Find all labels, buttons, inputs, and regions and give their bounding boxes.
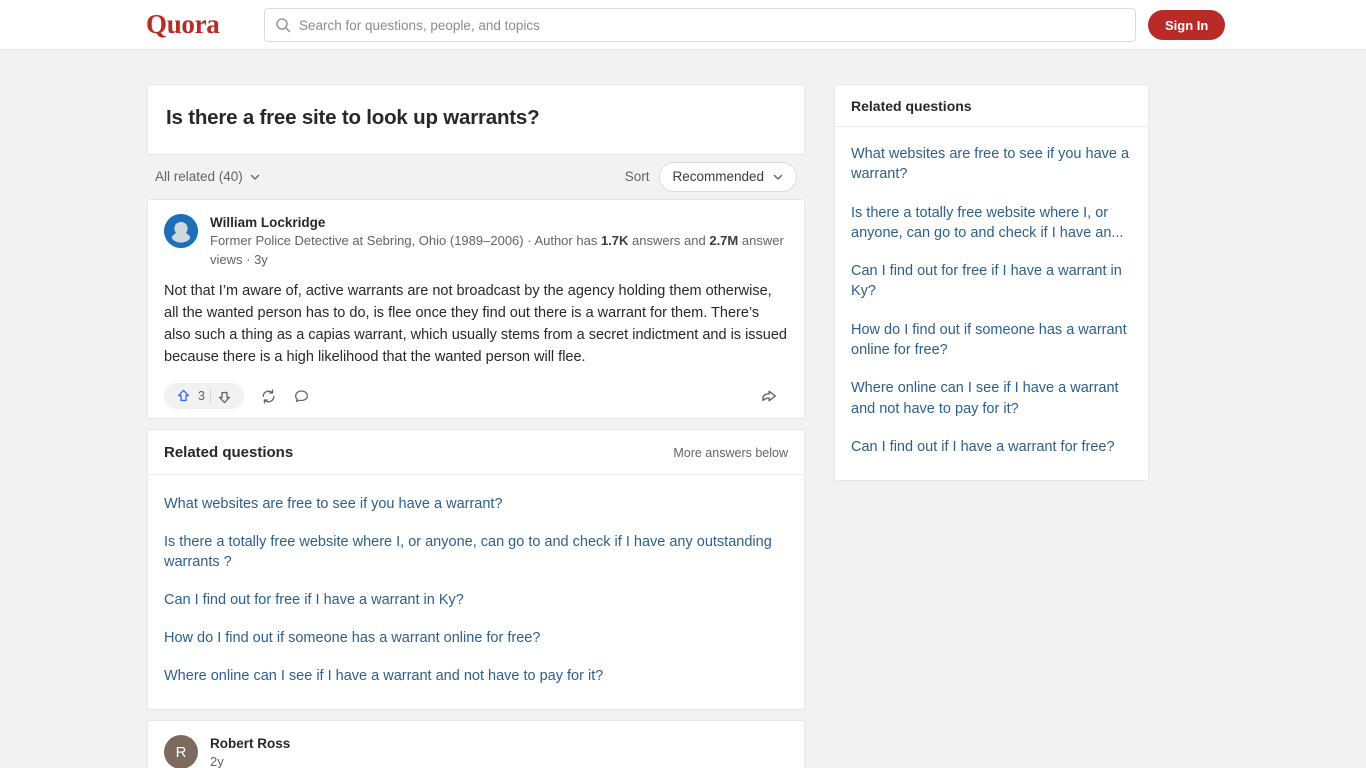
more-answers-below-label: More answers below xyxy=(673,445,788,460)
answer-age: 3y xyxy=(254,252,268,268)
all-related-label: All related (40) xyxy=(155,169,243,185)
sort-label: Sort xyxy=(624,169,650,185)
answer-action-bar: 3 xyxy=(164,374,788,418)
related-question-link[interactable]: What websites are free to see if you hav… xyxy=(164,485,788,523)
sort-value: Recommended xyxy=(672,169,764,185)
author-meta: Robert Ross 2y xyxy=(210,735,290,768)
chevron-down-icon xyxy=(249,171,261,183)
views-count: 2.7M xyxy=(709,232,739,248)
share-button[interactable] xyxy=(760,387,778,405)
share-icon xyxy=(762,390,776,402)
related-questions-title: Related questions xyxy=(164,444,294,462)
related-question-link[interactable]: Where online can I see if I have a warra… xyxy=(164,657,788,695)
related-question-link[interactable]: Can I find out for free if I have a warr… xyxy=(164,581,788,619)
vote-pill: 3 xyxy=(164,383,244,410)
author-meta: William Lockridge Former Police Detectiv… xyxy=(210,214,788,271)
avatar[interactable] xyxy=(164,213,198,248)
sidebar: Related questions What websites are free… xyxy=(834,84,1149,482)
sidebar-related-card: Related questions What websites are free… xyxy=(834,84,1149,482)
downvote-icon xyxy=(218,391,231,403)
answer-card: William Lockridge Former Police Detectiv… xyxy=(147,198,805,420)
upvote-count: 3 xyxy=(198,389,205,404)
sidebar-question-link[interactable]: How do I find out if someone has a warra… xyxy=(851,311,1132,370)
page-body: Is there a free site to look up warrants… xyxy=(0,50,1366,768)
quora-logo[interactable]: Quora xyxy=(146,9,220,40)
sidebar-question-link[interactable]: Is there a totally free website where I,… xyxy=(851,194,1132,253)
author-name[interactable]: William Lockridge xyxy=(210,215,788,230)
sidebar-question-link[interactable]: Can I find out for free if I have a warr… xyxy=(851,252,1132,311)
sidebar-question-link[interactable]: What websites are free to see if you hav… xyxy=(851,135,1132,194)
chevron-down-icon xyxy=(772,171,784,183)
filter-row: All related (40) Sort Recommended xyxy=(147,155,805,199)
page-title: Is there a free site to look up warrants… xyxy=(166,106,540,129)
main-column: Is there a free site to look up warrants… xyxy=(147,84,805,768)
sidebar-question-link[interactable]: Can I find out if I have a warrant for f… xyxy=(851,428,1132,466)
question-card: Is there a free site to look up warrants… xyxy=(147,84,805,155)
related-questions-header: Related questions More answers below xyxy=(148,430,804,476)
upvote-button[interactable]: 3 xyxy=(170,388,210,405)
related-question-link[interactable]: Is there a totally free website where I,… xyxy=(164,523,788,581)
answer-body: Not that I’m aware of, active warrants a… xyxy=(164,283,787,366)
answer-age: 2y xyxy=(210,754,224,768)
repost-button[interactable] xyxy=(260,388,277,405)
upvote-icon xyxy=(177,389,190,401)
related-questions-list: What websites are free to see if you hav… xyxy=(148,475,804,709)
credential-prefix: Former Police Detective at Sebring, Ohio… xyxy=(210,232,601,248)
all-related-dropdown[interactable]: All related (40) xyxy=(155,169,261,184)
answers-count: 1.7K xyxy=(600,232,629,248)
related-question-link[interactable]: How do I find out if someone has a warra… xyxy=(164,619,788,657)
sign-in-button[interactable]: Sign In xyxy=(1148,10,1226,40)
author-credential: Former Police Detective at Sebring, Ohio… xyxy=(210,231,788,271)
repost-icon xyxy=(262,389,275,404)
author-name[interactable]: Robert Ross xyxy=(210,736,290,751)
search-input[interactable] xyxy=(299,17,1125,33)
search-icon xyxy=(275,17,291,33)
answer-card: R Robert Ross 2y If I have a warrant in … xyxy=(147,720,805,768)
related-questions-card: Related questions More answers below Wha… xyxy=(147,429,805,711)
avatar[interactable]: R xyxy=(164,735,198,768)
comment-button[interactable] xyxy=(293,388,310,405)
comment-icon xyxy=(294,390,308,402)
sort-dropdown[interactable]: Recommended xyxy=(659,161,797,192)
sidebar-title: Related questions xyxy=(835,85,1148,127)
credential-mid: answers and xyxy=(628,232,710,248)
search-bar[interactable] xyxy=(264,8,1136,42)
author-row: R Robert Ross 2y xyxy=(164,735,788,768)
downvote-button[interactable] xyxy=(211,388,238,405)
sort-area: Sort Recommended xyxy=(624,161,797,192)
sidebar-questions-list: What websites are free to see if you hav… xyxy=(835,127,1148,480)
sidebar-question-link[interactable]: Where online can I see if I have a warra… xyxy=(851,369,1132,428)
site-header: Quora Sign In xyxy=(0,0,1366,50)
author-row: William Lockridge Former Police Detectiv… xyxy=(164,213,788,271)
